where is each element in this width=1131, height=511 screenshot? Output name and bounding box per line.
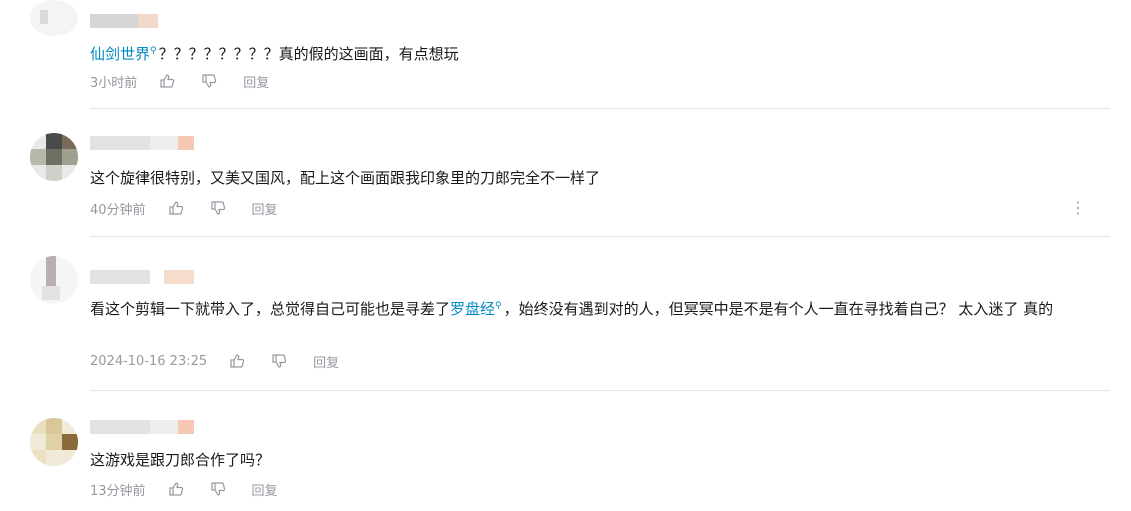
comment-text-rest: ？？？？？？？？真的假的这画面，有点想玩 [158, 45, 459, 63]
comment-text: 看这个剪辑一下就带入了，总觉得自己可能也是寻差了罗盘经⚲ ，始终没有遇到对的人，但… [90, 293, 1105, 323]
thumbs-up-icon[interactable] [168, 200, 184, 216]
thumbs-up-icon[interactable] [168, 481, 184, 497]
comment-text: 仙剑世界⚲ ？？？？？？？？真的假的这画面，有点想玩 [90, 38, 459, 68]
comment-meta: 2024-10-16 23:25 回复 [90, 352, 339, 371]
thumbs-down-icon[interactable] [210, 200, 226, 216]
timestamp: 13分钟前 [90, 483, 146, 499]
keyword-link[interactable]: 罗盘经 [450, 300, 495, 318]
comment-meta: 13分钟前 回复 [90, 480, 278, 499]
thumbs-down-icon[interactable] [210, 481, 226, 497]
reply-button[interactable]: 回复 [252, 480, 278, 499]
comment-text-after: ，始终没有遇到对的人，但冥冥中是不是有个人一直在寻找着自己？ 太入迷了 真的 [503, 300, 1054, 318]
more-vertical-icon[interactable]: ⋮ [1070, 199, 1086, 217]
timestamp: 40分钟前 [90, 202, 146, 218]
avatar[interactable] [30, 133, 78, 181]
search-icon: ⚲ [150, 46, 157, 56]
thumbs-down-icon[interactable] [271, 353, 287, 369]
comment-text: 这个旋律很特别，又美又国风，配上这个画面跟我印象里的刀郎完全不一样了 [90, 169, 601, 187]
thumbs-up-icon[interactable] [229, 353, 245, 369]
timestamp: 3小时前 [90, 75, 138, 91]
reply-button[interactable]: 回复 [252, 199, 278, 218]
avatar[interactable] [30, 418, 78, 466]
timestamp: 2024-10-16 23:25 [90, 353, 208, 369]
reply-button[interactable]: 回复 [313, 352, 339, 371]
keyword-link[interactable]: 仙剑世界 [90, 45, 150, 63]
divider [90, 236, 1110, 237]
comment-meta: 40分钟前 回复 [90, 199, 278, 218]
thumbs-up-icon[interactable] [159, 73, 175, 89]
thumbs-down-icon[interactable] [201, 73, 217, 89]
comment-meta: 3小时前 回复 [90, 72, 269, 91]
reply-button[interactable]: 回复 [243, 72, 269, 91]
comment-text-before: 看这个剪辑一下就带入了，总觉得自己可能也是寻差了 [90, 300, 451, 318]
comment-text: 这游戏是跟刀郎合作了吗？ [90, 451, 271, 469]
avatar[interactable] [30, 0, 78, 36]
divider [90, 108, 1110, 109]
divider [90, 390, 1110, 391]
search-icon: ⚲ [495, 301, 502, 311]
avatar[interactable] [30, 256, 78, 304]
